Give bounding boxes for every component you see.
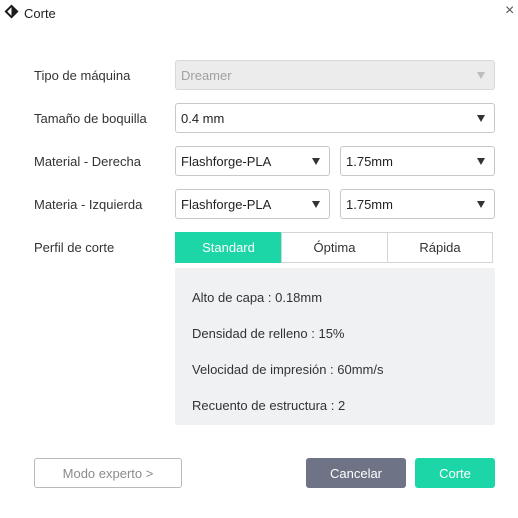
chevron-down-icon [312, 158, 320, 165]
profile-details-panel: Alto de capa : 0.18mm Densidad de rellen… [175, 268, 495, 425]
machine-type-value: Dreamer [181, 68, 232, 83]
material-left-value: Flashforge-PLA [181, 197, 272, 212]
nozzle-size-label: Tamaño de boquilla [34, 111, 147, 126]
chevron-down-icon [477, 158, 485, 165]
layer-height-text: Alto de capa : 0.18mm [192, 290, 323, 305]
profile-option-standard[interactable]: Standard [175, 232, 282, 263]
chevron-down-icon [477, 115, 485, 122]
diameter-left-select[interactable]: 1.75mm [340, 189, 495, 219]
material-right-value: Flashforge-PLA [181, 154, 272, 169]
profile-option-rapida[interactable]: Rápida [387, 232, 493, 263]
title-bar: Corte × [0, 0, 518, 28]
diameter-right-value: 1.75mm [346, 154, 393, 169]
nozzle-size-value: 0.4 mm [181, 111, 225, 126]
machine-type-select[interactable]: Dreamer [175, 60, 495, 90]
material-right-label: Material - Derecha [34, 154, 141, 169]
machine-type-label: Tipo de máquina [34, 68, 131, 83]
chevron-down-icon [477, 201, 485, 208]
expert-mode-button[interactable]: Modo experto > [34, 458, 182, 488]
nozzle-size-select[interactable]: 0.4 mm [175, 103, 495, 133]
slice-button[interactable]: Corte [415, 458, 495, 488]
shell-count-text: Recuento de estructura : 2 [192, 398, 346, 413]
material-left-select[interactable]: Flashforge-PLA [175, 189, 330, 219]
flashforge-logo-icon [4, 4, 19, 19]
chevron-down-icon [477, 72, 485, 79]
cancel-button[interactable]: Cancelar [306, 458, 406, 488]
close-icon[interactable]: × [505, 2, 514, 20]
chevron-down-icon [312, 201, 320, 208]
infill-density-text: Densidad de relleno : 15% [192, 326, 345, 341]
diameter-right-select[interactable]: 1.75mm [340, 146, 495, 176]
window-title: Corte [24, 6, 56, 21]
material-right-select[interactable]: Flashforge-PLA [175, 146, 330, 176]
profile-option-optima[interactable]: Óptima [281, 232, 388, 263]
slice-profile-label: Perfil de corte [34, 240, 115, 255]
print-speed-text: Velocidad de impresión : 60mm/s [192, 362, 384, 377]
material-left-label: Materia - Izquierda [34, 197, 143, 212]
diameter-left-value: 1.75mm [346, 197, 393, 212]
